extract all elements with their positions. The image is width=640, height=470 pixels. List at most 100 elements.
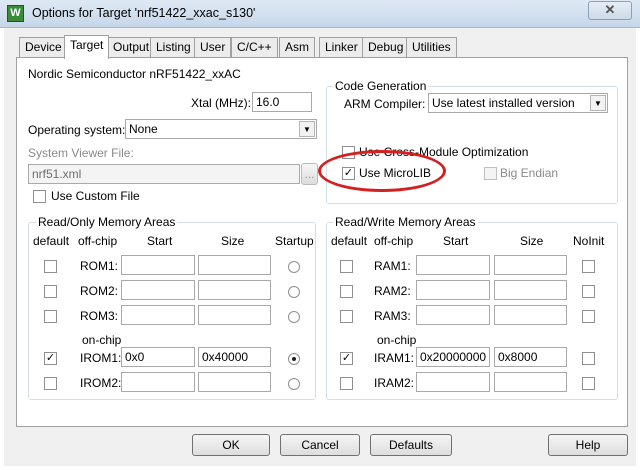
rom-header-default: default [33,234,70,248]
ram1-start-input[interactable] [416,255,490,275]
cancel-button[interactable]: Cancel [280,434,360,456]
iram1-noinit-checkbox[interactable] [582,352,595,365]
irom1-start-input[interactable]: 0x0 [121,347,195,367]
iram1-default-checkbox[interactable]: ✓ [340,352,353,365]
svf-input[interactable]: nrf51.xml [28,164,300,184]
chevron-down-icon: ▼ [299,121,315,137]
defaults-button[interactable]: Defaults [370,434,452,456]
microlib-highlight-ellipse [318,150,446,192]
rom1-default-checkbox[interactable] [44,260,57,273]
irom1-label: IROM1: [80,351,122,365]
os-label: Operating system: [28,123,126,137]
irom2-start-input[interactable] [121,372,195,392]
device-name: Nordic Semiconductor nRF51422_xxAC [28,67,241,81]
rom1-start-input[interactable] [121,255,195,275]
irom1-size-input[interactable]: 0x40000 [198,347,271,367]
irom1-startup-radio[interactable] [288,353,300,365]
ram-areas-title: Read/Write Memory Areas [333,215,478,229]
ram-header-offchip: off-chip [374,234,414,248]
rom3-default-checkbox[interactable] [44,310,57,323]
rom-areas-title: Read/Only Memory Areas [36,215,178,229]
svf-label: System Viewer File: [28,146,134,160]
rom-header-size: Size [221,234,245,248]
keil-uvision-icon: W [7,5,24,22]
ram2-noinit-checkbox[interactable] [582,285,595,298]
tab-target[interactable]: Target [64,35,110,59]
ram-header-size: Size [520,234,544,248]
iram2-start-input[interactable] [416,372,490,392]
tab-user[interactable]: User [194,37,232,57]
tab-linker[interactable]: Linker [319,37,364,57]
ram3-start-input[interactable] [416,305,490,325]
big-endian-checkbox[interactable] [484,167,497,180]
ram3-label: RAM3: [374,309,411,323]
rom2-start-input[interactable] [121,280,195,300]
irom2-size-input[interactable] [198,372,271,392]
ram-onchip-label: on-chip [377,333,417,347]
ram1-default-checkbox[interactable] [340,260,353,273]
tab-debug[interactable]: Debug [362,37,410,57]
rom2-label: ROM2: [80,284,119,298]
tab-output[interactable]: Output [107,37,156,57]
rom1-startup-radio[interactable] [288,261,300,273]
rom-header-startup: Startup [275,234,314,248]
os-select-value: None [129,122,158,136]
rom3-start-input[interactable] [121,305,195,325]
iram2-size-input[interactable] [494,372,567,392]
iram2-noinit-checkbox[interactable] [582,377,595,390]
rom2-startup-radio[interactable] [288,286,300,298]
os-select[interactable]: None ▼ [125,119,317,139]
ram2-label: RAM2: [374,284,411,298]
irom2-label: IROM2: [80,376,122,390]
rom3-label: ROM3: [80,309,119,323]
ram3-size-input[interactable] [494,305,567,325]
irom1-default-checkbox[interactable]: ✓ [44,352,57,365]
ram2-size-input[interactable] [494,280,567,300]
ram-header-noinit: NoInit [573,234,605,248]
help-button[interactable]: Help [548,434,628,456]
custom-file-label: Use Custom File [51,189,140,203]
ram1-noinit-checkbox[interactable] [582,260,595,273]
ram3-default-checkbox[interactable] [340,310,353,323]
xtal-input[interactable]: 16.0 [252,92,312,112]
rom2-size-input[interactable] [198,280,271,300]
big-endian-label: Big Endian [500,166,559,180]
iram2-label: IRAM2: [374,376,415,390]
chevron-down-icon: ▼ [590,95,606,111]
iram1-size-input[interactable]: 0x8000 [494,347,567,367]
tab-listing[interactable]: Listing [150,37,197,57]
rom-header-offchip: off-chip [78,234,118,248]
tab-device[interactable]: Device [19,37,68,57]
iram2-default-checkbox[interactable] [340,377,353,390]
xtal-label: Xtal (MHz): [191,96,251,110]
ram2-default-checkbox[interactable] [340,285,353,298]
ram-header-default: default [331,234,368,248]
tab-asm[interactable]: Asm [279,37,315,57]
rom3-startup-radio[interactable] [288,311,300,323]
ram1-label: RAM1: [374,259,411,273]
svf-browse-button[interactable]: ... [301,163,318,185]
custom-file-checkbox[interactable] [33,190,46,203]
ok-button[interactable]: OK [192,434,270,456]
iram1-label: IRAM1: [374,351,415,365]
ram3-noinit-checkbox[interactable] [582,310,595,323]
arm-compiler-label: ARM Compiler: [344,97,426,111]
tab-cpp[interactable]: C/C++ [231,37,278,57]
arm-compiler-select[interactable]: Use latest installed version ▼ [428,93,608,113]
window-title: Options for Target 'nrf51422_xxac_s130' [32,6,256,20]
irom2-startup-radio[interactable] [288,378,300,390]
rom1-size-input[interactable] [198,255,271,275]
close-button[interactable]: ✕ [588,1,632,20]
irom2-default-checkbox[interactable] [44,377,57,390]
title-bar: W Options for Target 'nrf51422_xxac_s130… [0,0,640,28]
ram1-size-input[interactable] [494,255,567,275]
ram2-start-input[interactable] [416,280,490,300]
rom1-label: ROM1: [80,259,119,273]
rom-header-start: Start [147,234,173,248]
rom-onchip-label: on-chip [82,333,122,347]
rom3-size-input[interactable] [198,305,271,325]
rom2-default-checkbox[interactable] [44,285,57,298]
ram-header-start: Start [443,234,469,248]
tab-utilities[interactable]: Utilities [406,37,457,57]
iram1-start-input[interactable]: 0x20000000 [416,347,490,367]
